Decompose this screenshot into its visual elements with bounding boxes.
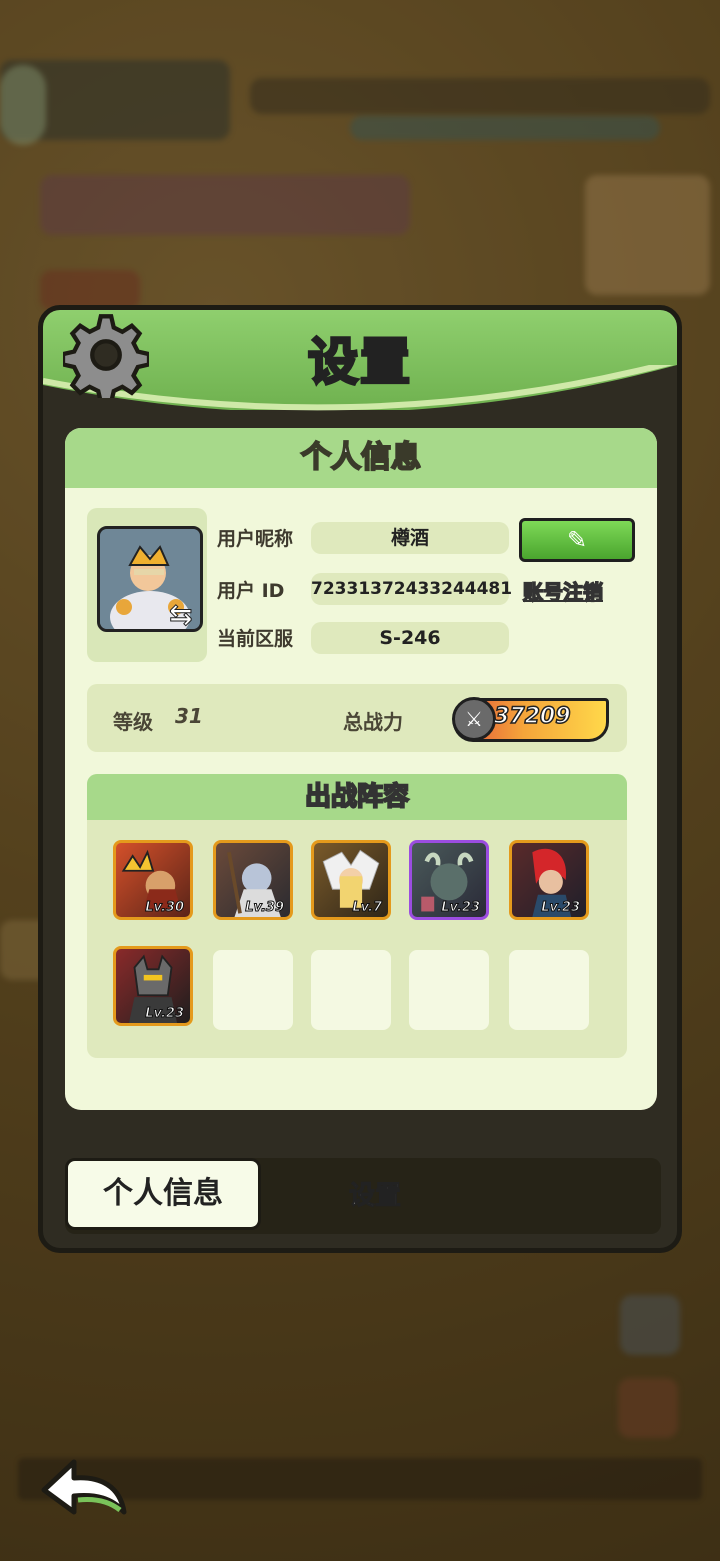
hero-level: Lv.39 [245, 900, 285, 916]
power-label: 总战力 [343, 710, 403, 734]
avatar-container[interactable]: ⇆ [87, 508, 207, 662]
profile-panel: 个人信息 ⇆ 用户昵称 樽酒 ✎ 用户 ID 72331372433244481 [65, 428, 657, 1110]
panel-title: 个人信息 [65, 428, 657, 488]
empty-hero-slot[interactable] [213, 950, 293, 1030]
hero-slot-2[interactable]: Lv.39 [213, 840, 293, 920]
hero-slot-3[interactable]: Lv.7 [311, 840, 391, 920]
hero-level: Lv.23 [541, 900, 581, 916]
level-label: 等级 [113, 710, 153, 734]
user-id-field: 72331372433244481 [311, 573, 512, 605]
power-badge: ⚔ 37209 [452, 697, 609, 742]
modal-tabs: 个人信息 设置 [65, 1158, 661, 1234]
nickname-field: 樽酒 [311, 522, 509, 554]
hero-level: Lv.23 [441, 900, 481, 916]
tab-settings[interactable]: 设置 [315, 1158, 435, 1234]
pencil-icon: ✎ [566, 526, 588, 554]
lineup-title: 出战阵容 [87, 774, 627, 820]
stats-row: 等级 31 总战力 ⚔ 37209 [87, 684, 627, 752]
edit-nickname-button[interactable]: ✎ [519, 518, 635, 562]
hero-slot-4[interactable]: Lv.23 [409, 840, 489, 920]
power-value: 37209 [493, 703, 571, 730]
crossed-swords-icon: ⚔ [452, 697, 496, 741]
hero-slot-1[interactable]: Lv.30 [113, 840, 193, 920]
hero-level: Lv.30 [145, 900, 185, 916]
tab-personal-info[interactable]: 个人信息 [65, 1158, 261, 1230]
back-arrow-icon[interactable] [38, 1450, 130, 1520]
swap-icon[interactable]: ⇆ [168, 598, 192, 632]
hero-level: Lv.7 [352, 900, 383, 916]
hero-level: Lv.23 [145, 1006, 185, 1022]
nickname-label: 用户昵称 [217, 528, 294, 550]
empty-hero-slot[interactable] [409, 950, 489, 1030]
modal-title: 设置 [307, 332, 412, 393]
user-id-label: 用户 ID [217, 580, 285, 602]
cancel-account-link[interactable]: 账号注销 [522, 576, 604, 605]
empty-hero-slot[interactable] [311, 950, 391, 1030]
server-label: 当前区服 [217, 628, 294, 650]
hero-slot-6[interactable]: Lv.23 [113, 946, 193, 1026]
level-value: 31 [175, 704, 203, 728]
server-field: S-246 [311, 622, 509, 654]
lineup-section: 出战阵容 Lv.30 Lv.39 Lv.7 Lv.23 Lv.23 Lv.23 [87, 774, 627, 1058]
hero-slot-5[interactable]: Lv.23 [509, 840, 589, 920]
settings-modal: 设置 个人信息 ⇆ 用户昵称 樽酒 ✎ 用户 ID 72331372433244… [38, 305, 682, 1253]
empty-hero-slot[interactable] [509, 950, 589, 1030]
